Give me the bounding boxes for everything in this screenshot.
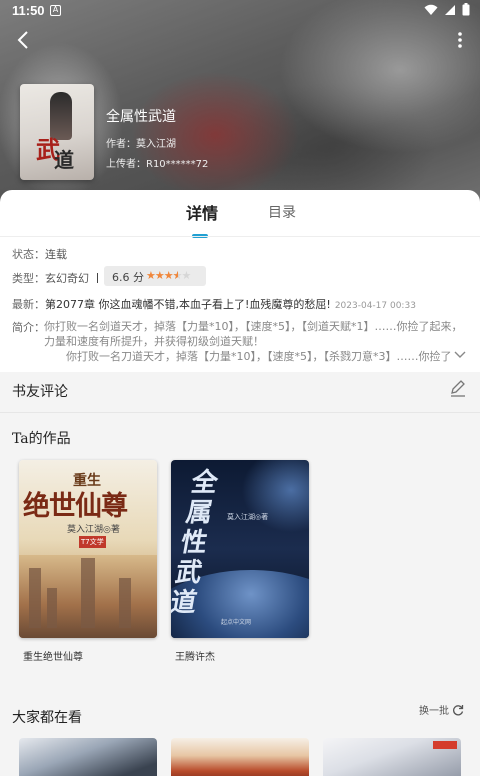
work-name: 重生绝世仙尊 <box>23 652 83 663</box>
status-row: 状态：连载 <box>12 248 67 261</box>
signal-icon <box>445 4 455 15</box>
work-cover: 全属性武道 莫入江湖◎著 起点中文网 <box>171 460 309 638</box>
detail-card: 详情 目录 状态：连载 类型：玄幻奇幻 6.6 分 ★★★★ ★ ★ 最新：第207… <box>0 190 480 372</box>
divider <box>0 412 480 413</box>
latest-chapter: 第2077章 你这血魂幡不错,本血子看上了!血残魔尊的愁屈! <box>45 298 331 311</box>
star-icon: ★ <box>163 269 174 282</box>
more-options-icon[interactable] <box>452 28 468 52</box>
popular-title: 大家都在看 <box>12 710 82 726</box>
status-bar: 11:50 A <box>0 0 480 22</box>
popular-book-cover[interactable] <box>19 738 157 776</box>
refresh-icon <box>453 704 464 715</box>
work-name: 王腾许杰 <box>175 652 215 663</box>
tab-details[interactable]: 详情 <box>186 200 218 224</box>
book-info: 全属性武道 作者：莫入江湖 上传者：R10******72 <box>106 106 208 175</box>
book-cover: 武 道 <box>20 84 94 180</box>
intro-label: 简介： <box>12 321 45 334</box>
half-star-icon: ★ ★ <box>172 269 183 282</box>
status-value: 连载 <box>45 248 67 261</box>
rating-stars: ★★★★ ★ ★ <box>146 269 192 282</box>
type-row: 类型：玄幻奇幻 <box>12 270 106 286</box>
popular-book-cover[interactable] <box>323 738 461 776</box>
comments-title: 书友评论 <box>12 384 68 400</box>
latest-row[interactable]: 最新：第2077章 你这血魂幡不错,本血子看上了!血残魔尊的愁屈! 2023-04… <box>12 296 416 312</box>
divider <box>0 236 480 237</box>
rating-box[interactable]: 6.6 分 ★★★★ ★ ★ <box>104 266 206 286</box>
intro-text[interactable]: 你打败一名剑道天才，掉落【力量*10】，【速度*5】，【剑道天赋*1】……你捡了… <box>44 319 470 364</box>
popular-book-cover[interactable] <box>171 738 309 776</box>
book-uploader: 上传者：R10******72 <box>106 159 209 170</box>
star-icon: ★ <box>154 269 165 282</box>
type-value[interactable]: 玄幻奇幻 <box>45 272 89 285</box>
refresh-button[interactable]: 换一批 <box>419 702 464 717</box>
notification-icon: A <box>50 5 61 16</box>
chevron-down-icon[interactable] <box>454 351 466 359</box>
tab-bar: 详情 目录 <box>0 200 480 238</box>
battery-icon <box>462 3 470 16</box>
star-icon: ★ <box>146 269 156 282</box>
back-icon[interactable] <box>12 28 36 52</box>
score-value: 6.6 分 <box>112 271 144 284</box>
work-cover: 重生 绝世仙尊 莫入江湖◎著 T7文学 <box>19 460 157 638</box>
star-icon: ★ <box>181 269 192 282</box>
tab-catalog[interactable]: 目录 <box>268 202 296 222</box>
author-works-title: Ta的作品 <box>12 431 71 447</box>
edit-icon[interactable] <box>448 378 468 398</box>
top-navigation <box>0 26 480 54</box>
status-time: 11:50 <box>12 3 45 18</box>
work-item[interactable]: 重生 绝世仙尊 莫入江湖◎著 T7文学 重生绝世仙尊 <box>19 460 157 663</box>
wifi-icon <box>424 4 438 15</box>
divider <box>97 273 98 283</box>
latest-date: 2023-04-17 00:33 <box>334 301 416 311</box>
book-title: 全属性武道 <box>106 109 176 125</box>
work-item[interactable]: 全属性武道 莫入江湖◎著 起点中文网 王腾许杰 <box>171 460 309 663</box>
book-author[interactable]: 作者：莫入江湖 <box>106 135 208 150</box>
